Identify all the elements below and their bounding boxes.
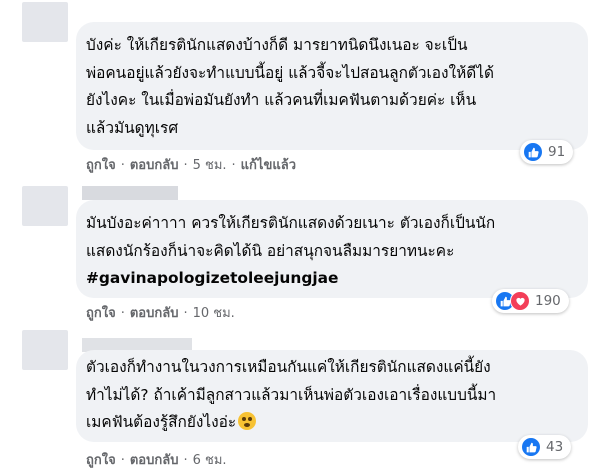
reaction-count: 91 xyxy=(548,144,566,160)
comment-text-line: แสดงนักร้องก็น่าจะคิดได้นิ อย่าสนุกจนลืม… xyxy=(86,241,455,260)
edited-label[interactable]: แก้ไขแล้ว xyxy=(241,158,296,173)
reply-button[interactable]: ตอบกลับ xyxy=(130,158,179,173)
comment-text: เมคฟันต้องรู้สึกยังไงอ่ะ xyxy=(86,413,237,431)
reaction-summary[interactable]: 190 xyxy=(492,289,569,313)
reaction-summary[interactable]: 43 xyxy=(518,435,572,459)
separator-dot: · xyxy=(183,158,188,173)
comment-text-line: พ่อคนอยู่แล้วยังจะทำแบบนี้อยู่ แล้วจี้จะ… xyxy=(86,63,494,82)
separator-dot: · xyxy=(120,158,125,173)
comment-bubble: มันบังอะค่าาาา ควรให้เกียรตินักแสดงด้วยเ… xyxy=(76,200,588,298)
comment-text-line: แล้วมันดูทุเรศ xyxy=(86,118,179,137)
flushed-face-emoji xyxy=(238,412,257,430)
avatar[interactable] xyxy=(22,186,68,226)
comment-text-line: บังค่ะ ให้เกียรตินักแสดงบ้างก็ดี มารยาทน… xyxy=(86,36,468,54)
like-button[interactable]: ถูกใจ xyxy=(86,158,116,173)
comment-bubble: ตัวเองก็ทำงานในวงการเหมือนกันแค่ให้เกียร… xyxy=(76,350,588,442)
like-button[interactable]: ถูกใจ xyxy=(86,453,116,468)
separator-dot: · xyxy=(183,306,188,321)
timestamp[interactable]: 5 ชม. xyxy=(193,158,227,173)
heart-icon xyxy=(510,291,530,311)
comment-text-line: ตัวเองก็ทำงานในวงการเหมือนกันแค่ให้เกียร… xyxy=(86,358,491,376)
timestamp[interactable]: 10 ชม. xyxy=(193,306,235,321)
separator-dot: · xyxy=(120,306,125,321)
comment-text-line: มันบังอะค่าาาา ควรให้เกียรตินักแสดงด้วยเ… xyxy=(86,214,496,232)
comment-text-line: ทำไม่ได้? ถ้าเค้ามีลูกสาวแล้วมาเห็นพ่อตั… xyxy=(86,385,497,404)
reply-button[interactable]: ตอบกลับ xyxy=(130,306,179,321)
comment-actions: ถูกใจ · ตอบกลับ · 10 ชม. xyxy=(86,302,235,323)
reply-button[interactable]: ตอบกลับ xyxy=(130,453,179,468)
comment-text-line: เมคฟันต้องรู้สึกยังไงอ่ะ xyxy=(86,409,578,437)
separator-dot: · xyxy=(120,453,125,468)
separator-dot: · xyxy=(231,158,236,173)
reaction-summary[interactable]: 91 xyxy=(520,140,574,164)
separator-dot: · xyxy=(183,453,188,468)
comment-actions: ถูกใจ · ตอบกลับ · 6 ชม. xyxy=(86,449,227,470)
comment-bubble: บังค่ะ ให้เกียรตินักแสดงบ้างก็ดี มารยาทน… xyxy=(76,22,588,150)
thumbs-up-icon xyxy=(523,142,543,162)
comment-actions: ถูกใจ · ตอบกลับ · 5 ชม. · แก้ไขแล้ว xyxy=(86,154,296,175)
reaction-count: 190 xyxy=(535,293,561,309)
author-name-redacted[interactable] xyxy=(82,186,178,200)
avatar[interactable] xyxy=(22,2,68,42)
like-button[interactable]: ถูกใจ xyxy=(86,306,116,321)
comment-text-line: ยังไงคะ ในเมื่อพ่อมันยังทำ แล้วคนที่เมคฟ… xyxy=(86,91,477,109)
timestamp[interactable]: 6 ชม. xyxy=(193,453,227,468)
avatar[interactable] xyxy=(22,330,68,370)
thumbs-up-icon xyxy=(521,437,541,457)
reaction-count: 43 xyxy=(546,439,564,455)
